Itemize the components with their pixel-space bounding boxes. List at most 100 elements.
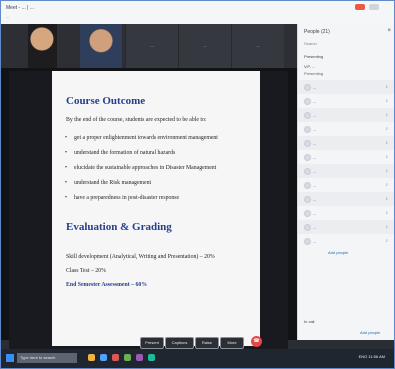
avatar (304, 112, 311, 119)
participant-video-1[interactable] (28, 24, 57, 68)
person-name: ... (313, 183, 317, 188)
app-icon[interactable] (136, 354, 143, 361)
list-item[interactable]: ... ♪ (298, 178, 395, 192)
add-people-button[interactable]: Add people (360, 330, 380, 335)
participant-video-2[interactable] (80, 24, 122, 68)
avatar (304, 98, 311, 105)
list-item[interactable]: ... ♪ (298, 136, 395, 150)
list-item[interactable]: ... ♪ (298, 220, 395, 234)
group-label: Presenting (304, 54, 324, 59)
mic-icon: ♪ (385, 112, 389, 118)
system-tray: ENG 11:56 AM (358, 354, 385, 359)
end-call-button[interactable]: ☎ (251, 336, 262, 347)
folder-icon[interactable] (88, 354, 95, 361)
search-input[interactable]: Search (304, 41, 390, 49)
participant-name: ... (256, 43, 260, 48)
person-name: ... (313, 113, 317, 118)
in-call-label: In call (304, 319, 315, 324)
list-item[interactable]: ... ♪ (298, 108, 395, 122)
slide-bullet: have a preparedness in post-disaster res… (65, 195, 179, 201)
person-name: ... (313, 225, 317, 230)
skill-line: Skill development (Analytical, Writing a… (66, 254, 215, 260)
avatar (304, 210, 311, 217)
participant-tile[interactable]: ... (231, 24, 284, 68)
list-item[interactable]: ... ♪ (298, 150, 395, 164)
list-item[interactable]: ... ♪ (298, 206, 395, 220)
video-strip: ... ... ... (0, 24, 297, 68)
evaluation-title: Evaluation & Grading (66, 221, 172, 233)
mic-icon: ♪ (385, 182, 389, 188)
presentation-area: Course Outcome By the end of the course,… (9, 71, 288, 354)
list-item[interactable]: ... ♪ (298, 80, 395, 94)
person-name: ... (313, 141, 317, 146)
people-panel: People (21) × Search Presenting V.P. ...… (297, 24, 395, 340)
captions-button[interactable]: Captions (165, 337, 194, 349)
slide-bullet: elucidate the sustainable approaches in … (65, 165, 216, 171)
person-name: ... (313, 169, 317, 174)
avatar (304, 154, 311, 161)
list-item[interactable]: ... ♪ (298, 164, 395, 178)
avatar (304, 182, 311, 189)
avatar (304, 196, 311, 203)
mic-icon: ♪ (385, 140, 389, 146)
person-name: ... (313, 85, 317, 90)
app-icon[interactable] (112, 354, 119, 361)
mic-icon: ♪ (385, 210, 389, 216)
meeting-controls: Present Captions Raise More ☎ (140, 336, 295, 349)
course-outcome-title: Course Outcome (66, 95, 146, 107)
avatar (304, 140, 311, 147)
panel-title: People (21) (304, 29, 330, 35)
phone-end-icon: ☎ (253, 338, 260, 344)
end-semester-line: End Semester Assessment – 60% (66, 282, 148, 288)
presentation-slide: Course Outcome By the end of the course,… (52, 71, 260, 346)
list-item[interactable]: ... ♪ (298, 94, 395, 108)
browser-top-bar: Meet - ... | ... ... (0, 0, 395, 25)
slide-bullet: understand the formation of natural haza… (65, 150, 175, 156)
mic-icon: ♪ (385, 224, 389, 230)
avatar (304, 168, 311, 175)
bookmarks-bar[interactable]: ... (6, 14, 9, 19)
window-close-icon[interactable] (355, 4, 365, 10)
windows-taskbar: Type here to search ENG 11:56 AM (0, 349, 395, 369)
class-test-line: Class Test – 20% (66, 268, 106, 274)
person-name: ... (313, 155, 317, 160)
people-list: ... ♪ ... ♪ ... ♪ ... ♪ ... ♪ ... ♪ ... ♪ ... ♪ … (298, 80, 395, 248)
avatar (304, 224, 311, 231)
meeting-stage: ... ... ... Course Outcome By the end of… (0, 24, 297, 354)
taskbar-search[interactable]: Type here to search (17, 353, 77, 363)
browser-tabs[interactable]: Meet - ... | ... (6, 5, 34, 11)
taskbar-icons (88, 354, 208, 362)
window-minimize-icon[interactable] (369, 4, 379, 10)
raise-hand-button[interactable]: Raise (195, 337, 219, 349)
list-item[interactable]: ... ♪ (298, 122, 395, 136)
participant-name: ... (203, 43, 207, 48)
slide-bullet: understand the Risk management (65, 180, 151, 186)
start-icon[interactable] (6, 354, 14, 362)
person-name: ... (313, 197, 317, 202)
app-icon[interactable] (148, 354, 155, 361)
more-options-button[interactable]: More (220, 337, 244, 349)
avatar (304, 126, 311, 133)
mic-icon: ♪ (385, 154, 389, 160)
present-button[interactable]: Present (140, 337, 164, 349)
mic-icon: ♪ (385, 238, 389, 244)
participant-tile[interactable]: ... (125, 24, 178, 68)
person-name: ... (313, 239, 317, 244)
person-name: ... (313, 127, 317, 132)
list-item[interactable]: ... ♪ (298, 192, 395, 206)
app-icon[interactable] (124, 354, 131, 361)
presenter-status: Presenting (304, 71, 324, 76)
mic-icon: ♪ (385, 84, 389, 90)
person-name: ... (313, 211, 317, 216)
close-icon[interactable]: × (387, 28, 391, 34)
person-name: ... (313, 99, 317, 104)
participant-tile[interactable]: ... (178, 24, 231, 68)
mic-icon: ♪ (385, 168, 389, 174)
presenter-name: V.P. ... (304, 64, 316, 69)
browser-icon[interactable] (100, 354, 107, 361)
list-item[interactable]: ... ♪ (298, 234, 395, 248)
add-people-link[interactable]: Add people (328, 250, 348, 255)
mic-icon: ♪ (385, 196, 389, 202)
slide-bullet: get a proper enlightenment towards envir… (65, 135, 218, 141)
avatar (304, 84, 311, 91)
